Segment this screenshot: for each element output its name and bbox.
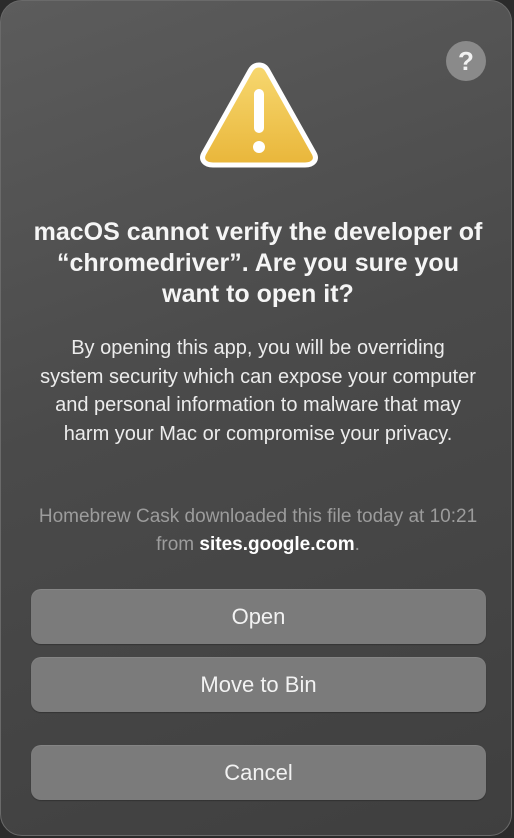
security-warning-dialog: ? macOS cannot verify the developer of “…	[0, 0, 512, 836]
help-button[interactable]: ?	[446, 41, 486, 81]
dialog-title: macOS cannot verify the developer of “ch…	[33, 218, 483, 308]
cancel-button[interactable]: Cancel	[31, 745, 486, 800]
dialog-message: By opening this app, you will be overrid…	[40, 337, 476, 445]
warning-triangle-icon	[200, 62, 318, 168]
open-button[interactable]: Open	[31, 589, 486, 644]
download-source-domain: sites.google.com	[199, 534, 355, 555]
download-source-suffix: .	[354, 534, 360, 555]
download-source-text: Homebrew Cask downloaded this file today…	[31, 503, 485, 559]
move-to-bin-button[interactable]: Move to Bin	[31, 657, 486, 712]
